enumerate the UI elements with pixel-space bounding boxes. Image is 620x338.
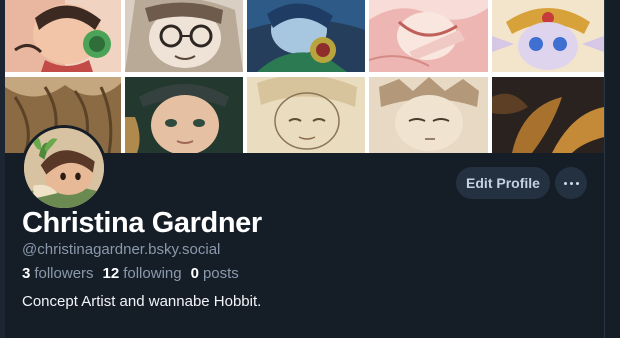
following-count: 12: [102, 265, 120, 282]
banner-art-girl-headphones: [5, 0, 121, 72]
banner-art-girl-beret: [125, 77, 243, 153]
profile-stats: 3 followers 12 following 0 posts: [22, 265, 239, 282]
profile-handle: @christinagardner.bsky.social: [22, 241, 221, 258]
avatar[interactable]: [21, 125, 107, 211]
banner-art-dark-leaves: [492, 77, 604, 153]
profile-page: Edit Profile Christina Gardner @christin…: [0, 0, 620, 338]
profile-header: Edit Profile Christina Gardner @christin…: [5, 125, 604, 338]
more-options-button[interactable]: [555, 167, 587, 199]
right-divider: [604, 0, 605, 338]
following-link[interactable]: 12 following: [103, 265, 182, 282]
edit-profile-button[interactable]: Edit Profile: [456, 167, 550, 199]
banner-art-girl-glasses: [125, 0, 243, 72]
banner-art-girl-sketch: [247, 77, 365, 153]
ellipsis-horizontal-icon: [563, 181, 579, 185]
banner-art-blue-hair: [247, 0, 365, 72]
display-name: Christina Gardner: [22, 207, 262, 239]
following-label: following: [123, 265, 182, 282]
posts-stat: 0 posts: [191, 265, 239, 282]
banner-art-pink-hair: [369, 0, 488, 72]
followers-label: followers: [34, 265, 94, 282]
banner-art-elf-jewels: [492, 0, 604, 72]
posts-label: posts: [202, 265, 239, 282]
profile-bio: Concept Artist and wannabe Hobbit.: [22, 293, 262, 310]
banner-art-boy-sketch: [369, 77, 488, 153]
followers-count: 3: [22, 265, 31, 282]
posts-count: 0: [190, 265, 199, 282]
followers-link[interactable]: 3 followers: [22, 265, 94, 282]
profile-banner[interactable]: [5, 0, 604, 153]
